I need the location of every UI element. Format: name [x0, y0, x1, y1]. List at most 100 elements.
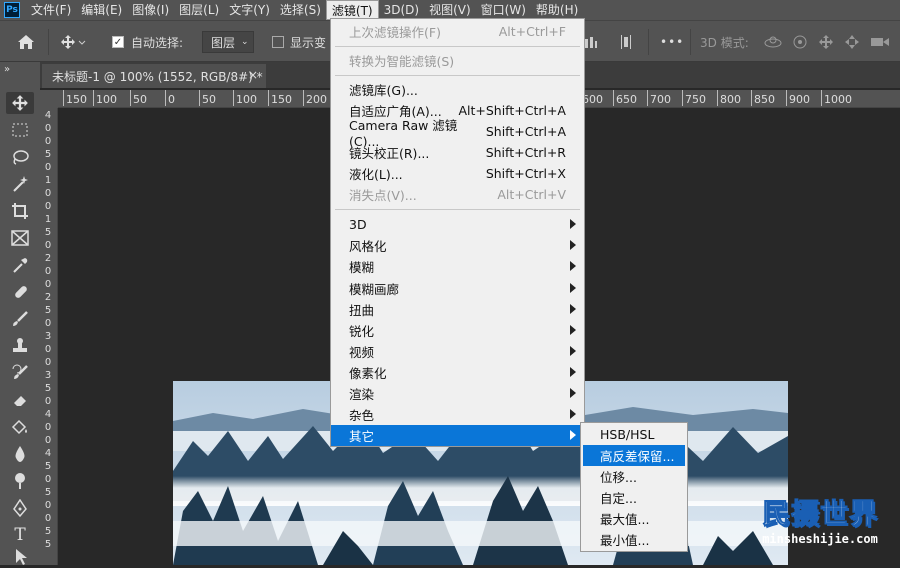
- paint-bucket-tool-icon[interactable]: [6, 416, 34, 438]
- auto-select-target-dropdown[interactable]: 图层 ⌄: [202, 31, 254, 53]
- marquee-tool-icon[interactable]: [6, 119, 34, 141]
- ruler-tick-label: 0: [44, 279, 52, 290]
- menu-item-sharpen[interactable]: 锐化: [331, 320, 584, 341]
- menu-select[interactable]: 选择(S): [275, 0, 326, 20]
- menu-filter[interactable]: 滤镜(T): [325, 0, 379, 20]
- 3d-orbit-icon[interactable]: [764, 21, 782, 63]
- menu-item-liquify[interactable]: 液化(L)... Shift+Ctrl+X: [331, 163, 584, 184]
- menu-item-last-filter: 上次滤镜操作(F) Alt+Ctrl+F: [349, 24, 566, 40]
- ruler-tick-label: 150: [268, 90, 292, 106]
- ruler-tick-label: 100: [93, 90, 117, 106]
- menu-type[interactable]: 文字(Y): [224, 0, 275, 20]
- ruler-tick-label: 5: [44, 526, 52, 537]
- menu-item-lens-correction[interactable]: 镜头校正(R)... Shift+Ctrl+R: [331, 142, 584, 163]
- ruler-tick-label: 5: [44, 149, 52, 160]
- submenu-arrow-icon: [570, 219, 576, 229]
- panel-collapse-toggle[interactable]: »: [0, 62, 40, 88]
- 3d-slide-icon[interactable]: [844, 21, 860, 63]
- menu-item-noise[interactable]: 杂色: [331, 404, 584, 425]
- eraser-tool-icon[interactable]: [6, 389, 34, 411]
- lasso-tool-icon[interactable]: [6, 146, 34, 168]
- distribute-icon[interactable]: [620, 21, 632, 63]
- quick-selection-tool-icon[interactable]: [6, 173, 34, 195]
- 3d-roll-icon[interactable]: [792, 21, 808, 63]
- align-icon[interactable]: [584, 21, 598, 63]
- eyedropper-tool-icon[interactable]: [6, 254, 34, 276]
- blur-tool-icon[interactable]: [6, 443, 34, 465]
- submenu-arrow-icon: [570, 325, 576, 335]
- menu-item-convert-smart-filter: 转换为智能滤镜(S): [349, 54, 455, 69]
- ruler-tick-label: 0: [44, 240, 52, 251]
- ruler-tick-label: 0: [44, 318, 52, 329]
- ruler-tick-label: 50: [199, 90, 216, 106]
- healing-brush-tool-icon[interactable]: [6, 281, 34, 303]
- move-tool-preset-icon[interactable]: [58, 21, 88, 63]
- show-transform-checkbox[interactable]: [272, 21, 284, 63]
- type-tool-icon[interactable]: T: [6, 524, 34, 546]
- menu-file[interactable]: 文件(F): [26, 0, 76, 20]
- menu-separator: [335, 209, 580, 210]
- ruler-tick-label: 5: [44, 539, 52, 550]
- move-tool-icon[interactable]: [6, 92, 34, 114]
- submenu-item-offset[interactable]: 位移...: [583, 466, 685, 487]
- crop-tool-icon[interactable]: [6, 200, 34, 222]
- menu-view[interactable]: 视图(V): [424, 0, 476, 20]
- menu-item-stylize[interactable]: 风格化: [331, 235, 584, 256]
- ruler-tick-label: 600: [579, 90, 603, 106]
- submenu-item-minimum[interactable]: 最小值...: [583, 529, 685, 550]
- history-brush-tool-icon[interactable]: [6, 362, 34, 384]
- photoshop-logo-icon: Ps: [4, 2, 20, 18]
- menu-item-blur-gallery[interactable]: 模糊画廊: [331, 278, 584, 299]
- submenu-arrow-icon: [570, 367, 576, 377]
- submenu-item-custom[interactable]: 自定...: [583, 487, 685, 508]
- menu-edit[interactable]: 编辑(E): [76, 0, 127, 20]
- menu-item-blur[interactable]: 模糊: [331, 256, 584, 277]
- menu-item-filter-gallery[interactable]: 滤镜库(G)...: [331, 79, 584, 100]
- ruler-tick-label: 0: [44, 266, 52, 277]
- ruler-tick-label: 0: [44, 344, 52, 355]
- ruler-tick-label: 5: [44, 487, 52, 498]
- submenu-arrow-icon: [570, 304, 576, 314]
- auto-select-checkbox[interactable]: ✓: [112, 21, 124, 63]
- submenu-item-high-pass[interactable]: 高反差保留...: [583, 445, 685, 466]
- submenu-arrow-icon: [570, 430, 576, 440]
- menu-item-distort[interactable]: 扭曲: [331, 299, 584, 320]
- more-options-icon[interactable]: •••: [660, 21, 684, 63]
- menu-item-other[interactable]: 其它: [331, 425, 584, 446]
- ruler-vertical[interactable]: 4 0 0 5 0 1 0 0 1 5 0 2 0 0 2 5 0 3 0 0 3 5 0 4 0 0 4 5 0 5 0 0 5 5: [40, 108, 58, 565]
- submenu-item-hsb-hsl[interactable]: HSB/HSL: [583, 424, 685, 445]
- submenu-arrow-icon: [570, 240, 576, 250]
- menu-3d[interactable]: 3D(D): [379, 0, 424, 20]
- close-icon[interactable]: ×: [248, 68, 258, 82]
- menu-layer[interactable]: 图层(L): [174, 0, 224, 20]
- submenu-arrow-icon: [570, 409, 576, 419]
- watermark-title: 民摄世界: [761, 497, 878, 531]
- clone-stamp-tool-icon[interactable]: [6, 335, 34, 357]
- home-icon[interactable]: [14, 21, 38, 63]
- menu-item-3d[interactable]: 3D: [331, 214, 584, 235]
- ruler-tick-label: 0: [44, 123, 52, 134]
- watermark-url: minsheshijie.com: [762, 532, 878, 546]
- submenu-arrow-icon: [570, 346, 576, 356]
- pen-tool-icon[interactable]: [6, 497, 34, 519]
- menu-item-video[interactable]: 视频: [331, 341, 584, 362]
- menu-image[interactable]: 图像(I): [127, 0, 174, 20]
- menu-help[interactable]: 帮助(H): [531, 0, 583, 20]
- submenu-arrow-icon: [570, 283, 576, 293]
- dodge-tool-icon[interactable]: [6, 470, 34, 492]
- submenu-item-maximum[interactable]: 最大值...: [583, 508, 685, 529]
- menu-item-camera-raw[interactable]: Camera Raw 滤镜(C)... Shift+Ctrl+A: [331, 118, 584, 149]
- document-tab[interactable]: 未标题-1 @ 100% (1552, RGB/8#) * ×: [42, 64, 266, 88]
- ruler-tick-label: 0: [44, 513, 52, 524]
- document-tab-title: 未标题-1 @ 100% (1552, RGB/8#) *: [52, 69, 263, 84]
- menu-window[interactable]: 窗口(W): [476, 0, 531, 20]
- ruler-tick-label: 5: [44, 227, 52, 238]
- frame-tool-icon[interactable]: [6, 227, 34, 249]
- menu-item-render[interactable]: 渲染: [331, 383, 584, 404]
- 3d-camera-icon[interactable]: [870, 21, 890, 63]
- brush-tool-icon[interactable]: [6, 308, 34, 330]
- show-transform-label: 显示变: [290, 35, 327, 50]
- 3d-pan-icon[interactable]: [818, 21, 834, 63]
- submenu-arrow-icon: [570, 388, 576, 398]
- menu-item-pixelate[interactable]: 像素化: [331, 362, 584, 383]
